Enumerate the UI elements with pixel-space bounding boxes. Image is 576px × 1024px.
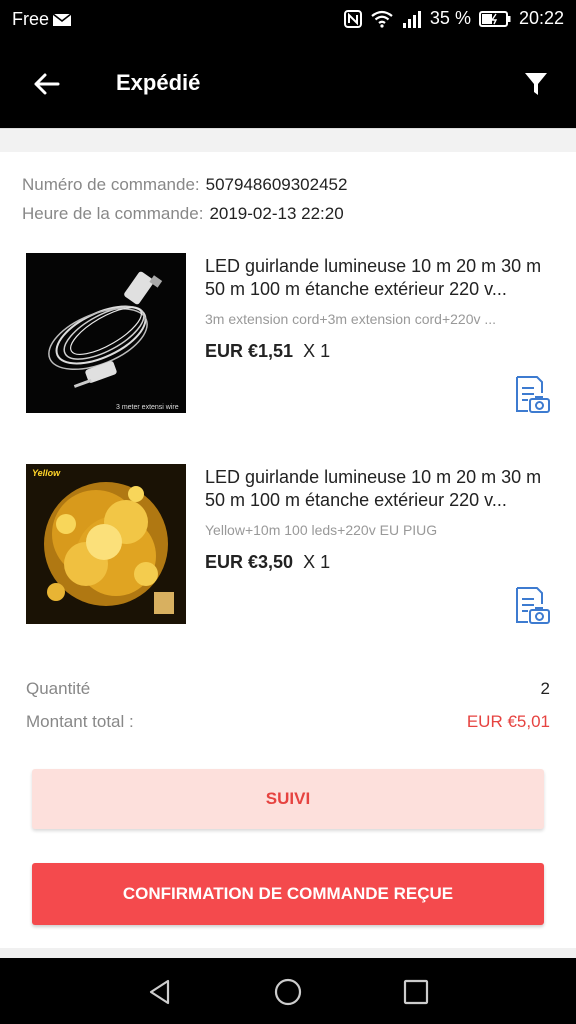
app-bar: Expédié (0, 40, 576, 128)
photo-review-button[interactable] (512, 375, 552, 415)
product-image[interactable]: 3 meter extensi wire (26, 253, 186, 413)
order-time-label: Heure de la commande: (22, 204, 204, 223)
battery-percent: 35 % (429, 8, 471, 28)
quantity-value: X 1 (303, 341, 331, 361)
confirm-receipt-button[interactable]: CONFIRMATION DE COMMANDE REÇUE (32, 863, 544, 925)
nav-recents-button[interactable] (396, 972, 436, 1012)
battery-icon (478, 10, 511, 27)
clock: 20:22 (518, 8, 564, 28)
status-icons: 35 % 20:22 (343, 8, 564, 29)
document-camera-icon (516, 376, 550, 413)
carrier: Free (12, 9, 72, 30)
list-item[interactable]: 3 meter extensi wire LED guirlande lumin… (26, 253, 556, 415)
back-button[interactable] (24, 64, 68, 104)
order-time-value: 2019-02-13 22:20 (209, 204, 344, 223)
product-name[interactable]: LED guirlande lumineuse 10 m 20 m 30 m 5… (205, 466, 550, 512)
nav-back-button[interactable] (140, 972, 180, 1012)
quantity-label: Quantité (26, 679, 91, 698)
quantity-value: X 1 (303, 552, 331, 572)
square-recents-icon (403, 979, 429, 1005)
triangle-back-icon (149, 979, 170, 1005)
image-caption: 3 meter extensi wire (116, 404, 179, 411)
filter-button[interactable] (518, 66, 554, 102)
carrier-name: Free (12, 9, 50, 29)
order-time-row: Heure de la commande: 2019-02-13 22:20 (22, 204, 344, 224)
signal-icon (402, 10, 421, 28)
quantity-total: 2 (540, 679, 550, 698)
quantity-row: Quantité 2 (26, 679, 550, 699)
mail-icon (52, 12, 72, 26)
order-number-row: Numéro de commande: 507948609302452 (22, 175, 347, 195)
order-number-value: 507948609302452 (205, 175, 348, 194)
product-sku: 3m extension cord+3m extension cord+220v… (205, 311, 497, 327)
product-price: EUR €1,51 X 1 (205, 341, 330, 362)
status-bar: Free 35 % 20:22 (0, 0, 576, 40)
divider (0, 128, 576, 152)
list-item[interactable]: Yellow LED guirlande lumineuse 10 m 20 m… (26, 464, 556, 626)
product-name[interactable]: LED guirlande lumineuse 10 m 20 m 30 m 5… (205, 255, 550, 301)
total-label: Montant total : (26, 712, 134, 731)
price-value: EUR €1,51 (205, 341, 294, 361)
system-nav-bar (0, 958, 576, 1024)
arrow-left-icon (34, 73, 60, 95)
price-value: EUR €3,50 (205, 552, 294, 572)
circle-home-icon (274, 978, 302, 1006)
total-amount: EUR €5,01 (466, 712, 550, 731)
wifi-icon (371, 10, 393, 28)
product-price: EUR €3,50 X 1 (205, 552, 330, 573)
total-row: Montant total : EUR €5,01 (26, 712, 550, 732)
image-caption: Yellow (32, 468, 61, 478)
photo-review-button[interactable] (512, 586, 552, 626)
product-image[interactable]: Yellow (26, 464, 186, 624)
nav-home-button[interactable] (268, 972, 308, 1012)
nfc-icon (343, 9, 362, 28)
order-number-label: Numéro de commande: (22, 175, 200, 194)
filter-icon (525, 73, 547, 95)
document-camera-icon (516, 587, 550, 624)
page-title: Expédié (116, 70, 201, 95)
product-sku: Yellow+10m 100 leds+220v EU PIUG (205, 522, 438, 538)
track-button[interactable]: SUIVI (32, 769, 544, 829)
